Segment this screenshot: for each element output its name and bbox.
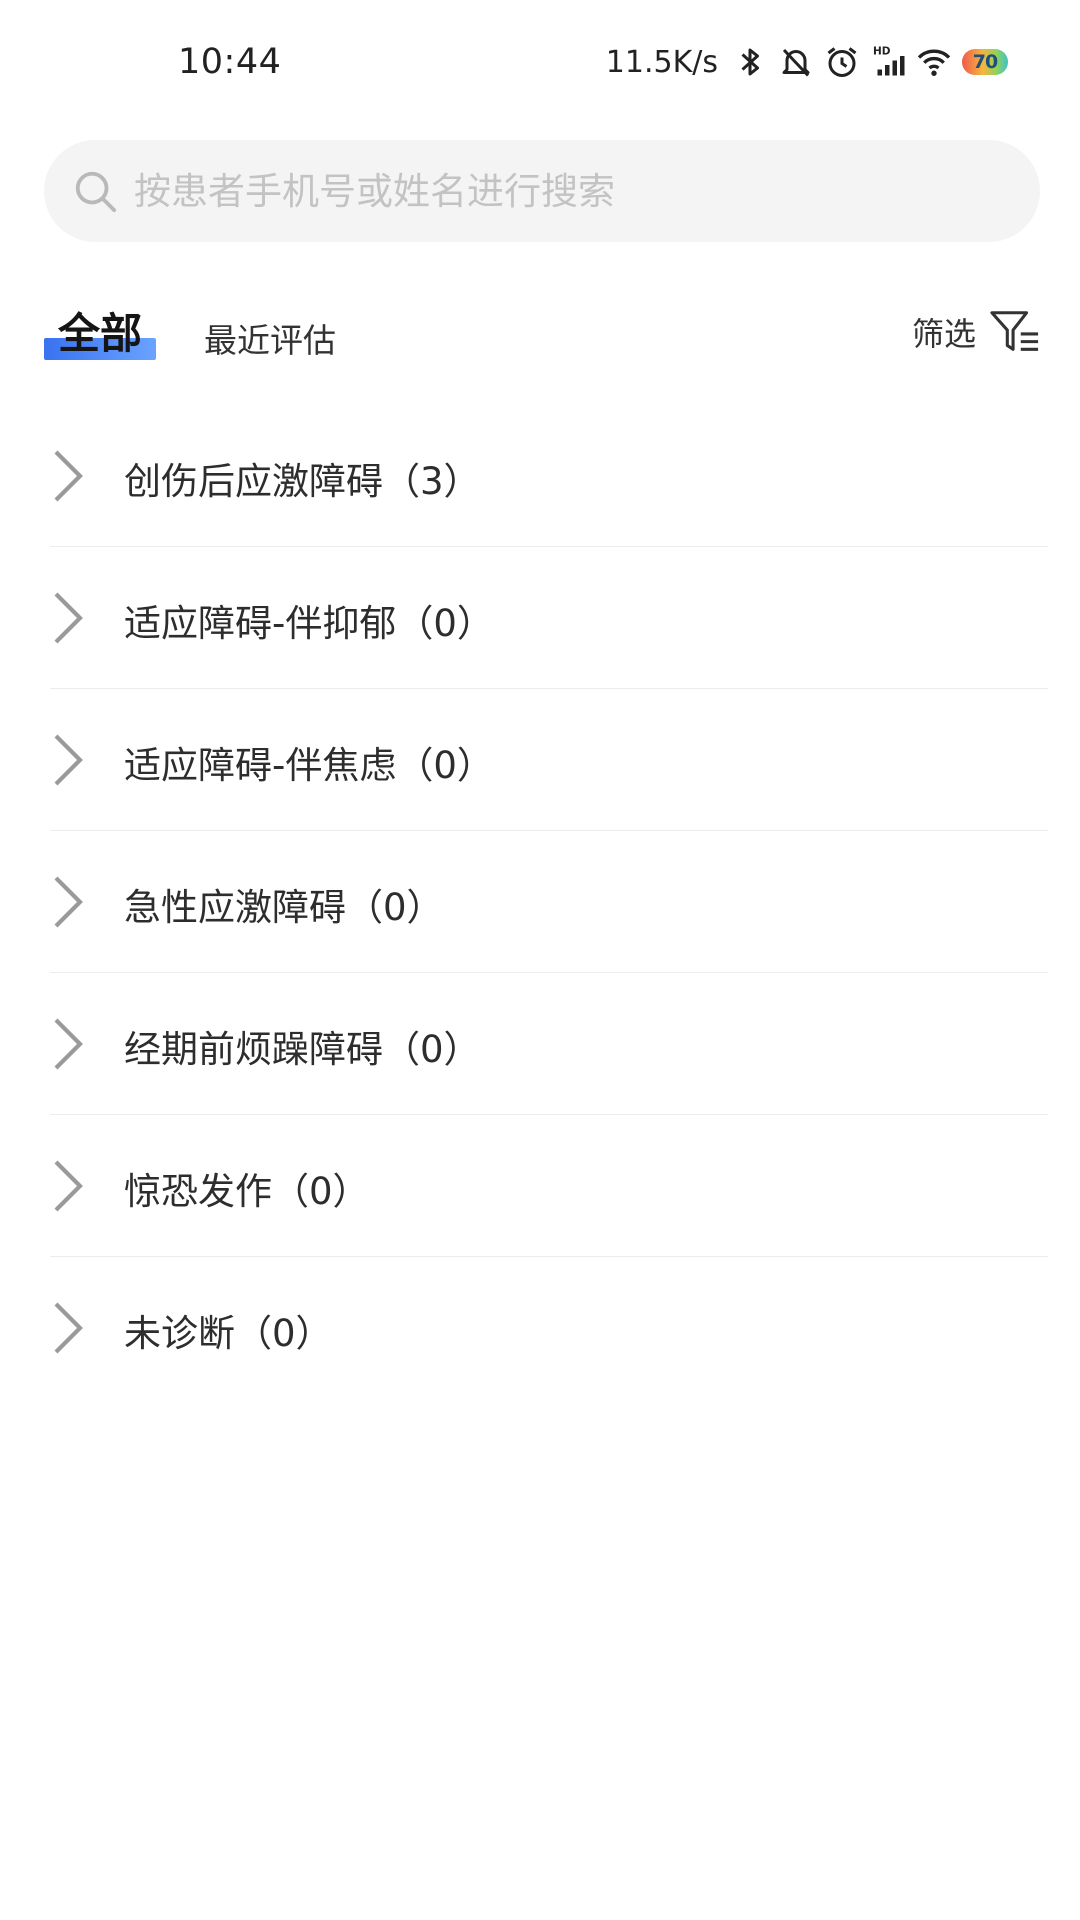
filter-button[interactable]: 筛选: [912, 308, 1040, 356]
category-item[interactable]: 急性应激障碍（0）: [50, 831, 1048, 973]
status-time: 10:44: [178, 42, 282, 82]
category-label: 惊恐发作（0）: [124, 1170, 370, 1213]
status-bar: 10:44 11.5K/s HD 70: [0, 0, 1080, 125]
search-input[interactable]: [134, 140, 1014, 242]
category-item[interactable]: 创伤后应激障碍（3）: [50, 405, 1048, 547]
silent-bell-icon: [782, 48, 810, 77]
chevron-right-icon: [54, 592, 83, 644]
battery-icon: 70: [962, 49, 1008, 75]
svg-text:HD: HD: [873, 46, 891, 58]
tab-recent-assessment[interactable]: 最近评估: [204, 314, 336, 362]
search-icon: [75, 171, 117, 213]
filter-label: 筛选: [911, 315, 976, 353]
category-label: 适应障碍-伴焦虑（0）: [124, 744, 494, 787]
tab-all-label: 全部: [58, 309, 143, 358]
wifi-icon: [917, 49, 951, 76]
battery-level: 70: [972, 51, 998, 73]
chevron-right-icon: [54, 1018, 83, 1070]
category-item[interactable]: 经期前烦躁障碍（0）: [50, 973, 1048, 1115]
category-item[interactable]: 惊恐发作（0）: [50, 1115, 1048, 1257]
chevron-right-icon: [54, 876, 83, 928]
alarm-icon: [827, 47, 857, 77]
bluetooth-icon: [741, 48, 759, 76]
filter-icon: [990, 311, 1039, 351]
net-speed: 11.5K/s: [605, 44, 718, 80]
category-item[interactable]: 适应障碍-伴抑郁（0）: [50, 547, 1048, 689]
chevron-right-icon: [54, 1160, 83, 1212]
tab-bar: 全部 最近评估 筛选: [0, 290, 1080, 370]
category-label: 急性应激障碍（0）: [124, 886, 444, 929]
chevron-right-icon: [54, 734, 83, 786]
category-label: 适应障碍-伴抑郁（0）: [124, 602, 494, 645]
search-bar[interactable]: [44, 140, 1040, 242]
status-icons: 11.5K/s HD 70: [606, 40, 1008, 84]
category-item[interactable]: 未诊断（0）: [50, 1257, 1048, 1399]
tab-all[interactable]: 全部: [44, 290, 156, 362]
category-label: 经期前烦躁障碍（0）: [124, 1028, 481, 1071]
category-label: 未诊断（0）: [124, 1312, 333, 1355]
category-label: 创伤后应激障碍（3）: [124, 460, 481, 503]
chevron-right-icon: [54, 1302, 83, 1354]
hd-signal-icon: HD: [873, 46, 905, 76]
category-item[interactable]: 适应障碍-伴焦虑（0）: [50, 689, 1048, 831]
category-list: 创伤后应激障碍（3） 适应障碍-伴抑郁（0） 适应障碍-伴焦虑（0） 急性应激障…: [50, 405, 1048, 1399]
chevron-right-icon: [54, 450, 83, 502]
